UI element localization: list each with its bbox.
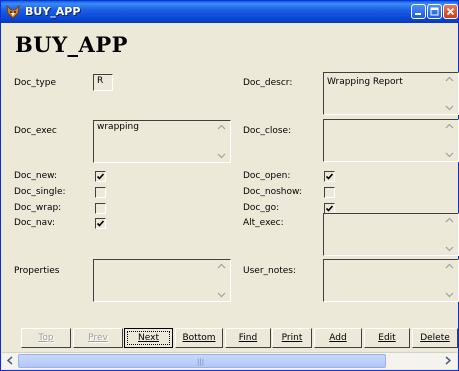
alt-exec-textarea[interactable]: [323, 213, 459, 256]
scroll-down-icon[interactable]: [444, 150, 455, 159]
scroll-left-icon[interactable]: [5, 355, 16, 366]
doc-type-input[interactable]: R: [93, 74, 113, 91]
doc-type-value: R: [97, 76, 104, 86]
scroll-down-icon[interactable]: [444, 244, 455, 253]
doc-close-scrollbar[interactable]: [442, 120, 458, 161]
doc-new-checkbox[interactable]: [95, 171, 106, 182]
scroll-right-icon[interactable]: [442, 355, 453, 366]
doc-new-label: Doc_new:: [14, 171, 58, 181]
checkmark-icon: [325, 205, 334, 212]
maximize-button[interactable]: [427, 4, 442, 19]
focus-ring: [127, 331, 170, 345]
alt-exec-scrollbar[interactable]: [442, 214, 458, 255]
top-button[interactable]: Top: [21, 328, 71, 348]
scroll-down-icon[interactable]: [216, 290, 227, 299]
delete-button[interactable]: Delete: [412, 328, 458, 348]
doc-nav-checkbox[interactable]: [95, 218, 106, 229]
doc-exec-value: wrapping: [97, 122, 139, 132]
user-notes-label: User_notes:: [243, 266, 297, 276]
checkmark-icon: [325, 173, 334, 180]
properties-scrollbar[interactable]: [214, 260, 230, 301]
close-icon: [446, 7, 455, 16]
scroll-down-icon[interactable]: [444, 290, 455, 299]
properties-textarea[interactable]: [93, 259, 231, 302]
alt-exec-label: Alt_exec:: [243, 218, 284, 228]
scroll-up-icon[interactable]: [216, 123, 227, 132]
print-button[interactable]: Print: [272, 328, 312, 348]
doc-type-label: Doc_type: [14, 78, 56, 88]
scroll-up-icon[interactable]: [444, 122, 455, 131]
doc-close-textarea[interactable]: [323, 119, 459, 162]
doc-single-checkbox[interactable]: [95, 187, 106, 198]
next-button[interactable]: Next: [124, 328, 173, 348]
doc-descr-label: Doc_descr:: [243, 78, 293, 88]
doc-close-label: Doc_close:: [243, 126, 292, 136]
doc-open-checkbox[interactable]: [324, 171, 335, 182]
doc-exec-textarea[interactable]: wrapping: [93, 120, 231, 163]
fox-app-icon: [6, 5, 20, 19]
checkmark-icon: [96, 173, 105, 180]
doc-open-label: Doc_open:: [243, 171, 291, 181]
properties-label: Properties: [14, 266, 60, 276]
doc-single-label: Doc_single:: [14, 187, 66, 197]
scroll-down-icon[interactable]: [216, 151, 227, 160]
scroll-up-icon[interactable]: [444, 216, 455, 225]
find-button[interactable]: Find: [225, 328, 271, 348]
doc-noshow-checkbox[interactable]: [324, 187, 335, 198]
add-button[interactable]: Add: [314, 328, 362, 348]
user-notes-textarea[interactable]: [323, 259, 459, 302]
window-title: BUY_APP: [25, 5, 81, 18]
scroll-thumb[interactable]: |||: [18, 354, 386, 368]
form-heading: BUY_APP: [15, 32, 128, 57]
doc-exec-scrollbar[interactable]: [214, 121, 230, 162]
scroll-up-icon[interactable]: [444, 262, 455, 271]
doc-noshow-label: Doc_noshow:: [243, 187, 302, 197]
close-button[interactable]: [443, 4, 458, 19]
horizontal-scrollbar[interactable]: |||: [2, 352, 457, 369]
doc-wrap-checkbox[interactable]: [95, 203, 106, 214]
bottom-button[interactable]: Bottom: [175, 328, 223, 348]
maximize-icon: [430, 7, 439, 16]
doc-wrap-label: Doc_wrap:: [14, 203, 62, 213]
prev-button[interactable]: Prev: [73, 328, 123, 348]
title-bar[interactable]: BUY_APP: [1, 1, 458, 23]
doc-nav-label: Doc_nav:: [14, 218, 55, 228]
checkmark-icon: [96, 220, 105, 227]
doc-descr-scrollbar[interactable]: [442, 73, 458, 114]
doc-descr-value: Wrapping Report: [327, 77, 403, 87]
grip-icon: |||: [197, 358, 205, 366]
doc-descr-textarea[interactable]: Wrapping Report: [323, 72, 459, 115]
user-notes-scrollbar[interactable]: [442, 260, 458, 301]
scroll-up-icon[interactable]: [444, 75, 455, 84]
minimize-icon: [415, 13, 421, 15]
doc-exec-label: Doc_exec: [14, 126, 57, 136]
scroll-up-icon[interactable]: [216, 262, 227, 271]
app-window: BUY_APP BUY_APP Doc_type R Doc_exec wrap…: [0, 0, 459, 371]
scroll-down-icon[interactable]: [444, 103, 455, 112]
edit-button[interactable]: Edit: [364, 328, 410, 348]
doc-go-label: Doc_go:: [243, 203, 280, 213]
minimize-button[interactable]: [411, 4, 426, 19]
